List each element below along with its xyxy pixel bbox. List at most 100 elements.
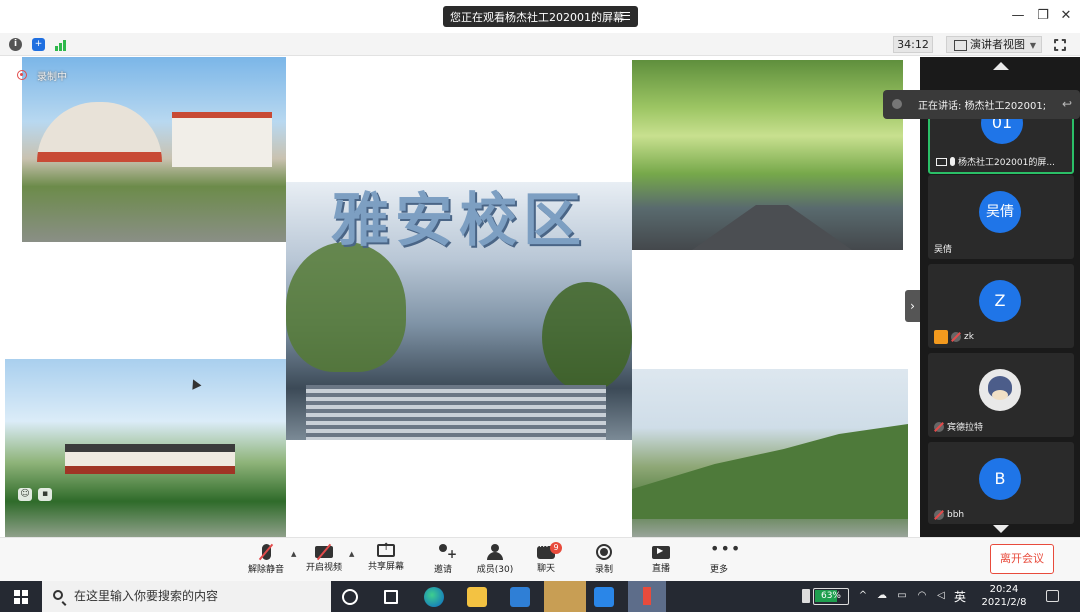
campus-photo-avenue (632, 60, 903, 250)
emoji-icon[interactable]: ☺ (18, 488, 32, 501)
participant-tile[interactable]: B bbh (928, 442, 1074, 524)
live-stream-icon (652, 546, 670, 559)
meeting-toolbar: i + 34:12 演讲者视图 ▼ (0, 33, 1080, 56)
menu-icon[interactable] (621, 12, 630, 20)
muted-mic-icon (951, 332, 961, 342)
clock-time: 20:24 (989, 584, 1019, 595)
leave-meeting-button[interactable]: 离开会议 (990, 544, 1054, 574)
scroll-down-icon[interactable] (993, 525, 1009, 533)
view-mode-button[interactable]: 演讲者视图 ▼ (946, 36, 1042, 53)
task-view-icon[interactable] (384, 590, 398, 604)
search-placeholder: 在这里输入你要搜索的内容 (74, 589, 219, 603)
campus-title: 雅安校区 (330, 186, 587, 254)
video-off-icon (315, 546, 333, 558)
record-label: 录制 (594, 565, 613, 575)
audio-options-chevron-icon[interactable]: ▲ (291, 550, 296, 558)
notification-icon[interactable] (1046, 590, 1059, 602)
volume-icon[interactable]: ◁ (935, 590, 947, 602)
members-button[interactable]: 成员(30) (469, 542, 521, 580)
scroll-up-icon[interactable] (993, 62, 1009, 70)
participant-name: 杨杰社工202001的屏... (958, 158, 1055, 168)
recording-icon (17, 70, 27, 80)
wifi-icon[interactable]: ◠ (916, 590, 928, 602)
chevron-down-icon: ▼ (1029, 41, 1036, 50)
participants-panel: 01 杨杰社工202001的屏... 吴倩 吴倩 Z zk 宾德拉特 B bbh (920, 57, 1080, 537)
start-video-label: 开启视频 (305, 563, 342, 573)
person-icon (934, 330, 948, 344)
mail-icon[interactable] (510, 587, 530, 607)
title-bar: 您正在观看杨杰社工202001的屏幕 — ❐ ✕ (0, 0, 1080, 33)
participant-name: 宾德拉特 (947, 423, 984, 433)
signal-icon[interactable] (55, 38, 69, 51)
share-banner-text: 您正在观看杨杰社工202001的屏幕 (450, 10, 624, 24)
app-icon[interactable] (594, 587, 614, 607)
avatar-image (979, 369, 1021, 411)
unmute-label: 解除静音 (247, 565, 284, 575)
speaking-indicator: 正在讲话: 杨杰社工202001; ↩ (883, 90, 1080, 119)
start-video-button[interactable]: 开启视频 (298, 542, 350, 580)
record-icon (596, 544, 612, 560)
unmute-button[interactable]: 解除静音 (240, 542, 292, 580)
windows-start-icon[interactable] (14, 590, 28, 604)
add-person-icon (436, 544, 457, 561)
invite-button[interactable]: 邀请 (417, 542, 469, 580)
shield-icon[interactable]: + (32, 38, 45, 51)
meeting-app-icon[interactable] (628, 581, 666, 612)
mic-icon (950, 157, 955, 166)
file-explorer-icon[interactable] (467, 587, 487, 607)
fullscreen-icon[interactable] (1054, 39, 1066, 51)
campus-photo-center: 雅安校区 (286, 182, 632, 440)
restore-button[interactable]: ❐ (1035, 8, 1051, 24)
speaking-text: 正在讲话: 杨杰社工202001; (918, 101, 1047, 112)
campus-photo-building (22, 57, 286, 242)
power-plug-icon[interactable] (802, 589, 810, 603)
windows-taskbar: 在这里输入你要搜索的内容 63% ^ ☁ ▭ ◠ ◁ 英 20:24 2021/… (0, 581, 1080, 612)
taskbar-search-input[interactable]: 在这里输入你要搜索的内容 (42, 581, 331, 612)
live-label: 直播 (651, 564, 670, 574)
input-language[interactable]: 英 (954, 588, 966, 605)
shared-screen: 雅安校区 录制中 ☺ ▪ (0, 57, 920, 537)
collapse-panel-handle[interactable]: › (905, 290, 920, 322)
chat-badge: 9 (550, 542, 562, 554)
close-button[interactable]: ✕ (1058, 8, 1074, 24)
members-icon (486, 544, 504, 560)
edge-browser-icon[interactable] (424, 587, 444, 607)
record-button[interactable]: 录制 (578, 542, 630, 580)
mic-icon (892, 99, 902, 109)
video-options-chevron-icon[interactable]: ▲ (349, 550, 354, 558)
more-button[interactable]: ••• 更多 (693, 541, 745, 580)
muted-mic-icon (261, 544, 271, 560)
members-label: 成员(30) (476, 565, 514, 575)
avatar: B (979, 458, 1021, 500)
zoom-meeting-window: 您正在观看杨杰社工202001的屏幕 — ❐ ✕ i + 34:12 演讲者视图… (0, 0, 1080, 612)
participant-tile[interactable]: Z zk (928, 264, 1074, 348)
meeting-controls: 解除静音 ▲ 开启视频 ▲ 共享屏幕 邀请 成员(30) 9 聊天 录制 (0, 537, 1080, 581)
chevron-up-icon[interactable]: ^ (857, 590, 869, 602)
annotation-icon[interactable]: ▪ (38, 488, 52, 501)
cloud-icon[interactable]: ☁ (876, 590, 888, 602)
minimize-button[interactable]: — (1010, 8, 1026, 24)
system-clock[interactable]: 20:24 2021/2/8 (978, 583, 1030, 609)
participant-tile[interactable]: 宾德拉特 (928, 353, 1074, 437)
share-screen-button[interactable]: 共享屏幕 (360, 542, 412, 580)
cortana-icon[interactable] (342, 589, 358, 605)
invite-label: 邀请 (433, 565, 452, 575)
avatar: 吴倩 (979, 191, 1021, 233)
recording-label: 录制中 (37, 72, 67, 83)
chat-button[interactable]: 9 聊天 (520, 542, 572, 580)
battery-icon[interactable]: ▭ (896, 590, 908, 602)
view-mode-label: 演讲者视图 (970, 38, 1025, 51)
battery-indicator[interactable]: 63% (813, 588, 849, 605)
reply-icon[interactable]: ↩ (1062, 97, 1072, 111)
app-icon[interactable] (544, 581, 586, 612)
participant-tile[interactable]: 吴倩 吴倩 (928, 175, 1074, 259)
clock-date: 2021/2/8 (981, 597, 1027, 608)
info-icon[interactable]: i (9, 38, 22, 51)
muted-mic-icon (934, 421, 944, 432)
muted-mic-icon (934, 510, 944, 520)
viewing-share-banner[interactable]: 您正在观看杨杰社工202001的屏幕 (443, 6, 638, 27)
chat-label: 聊天 (536, 564, 555, 574)
campus-photo-hall (5, 359, 286, 537)
live-button[interactable]: 直播 (635, 542, 687, 580)
share-screen-label: 共享屏幕 (367, 562, 404, 572)
